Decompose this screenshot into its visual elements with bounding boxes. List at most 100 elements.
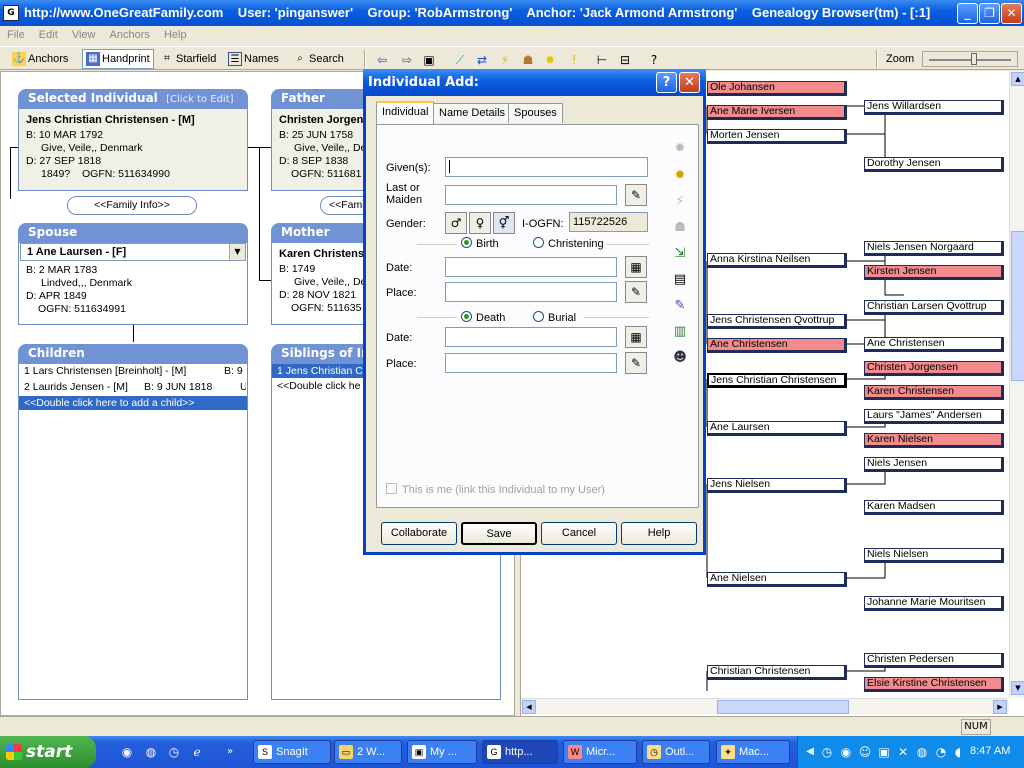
selected-individual-card[interactable]: Selected Individual [Click to Edit] Jens… xyxy=(18,89,248,191)
list-icon[interactable]: ⊟ xyxy=(617,52,633,68)
handprint-button[interactable]: ▦ Handprint xyxy=(82,49,154,69)
tree-person[interactable]: Ane Laursen xyxy=(707,421,847,436)
mother-card[interactable]: Mother Karen Christens B: 1749 Give, Vei… xyxy=(271,223,371,325)
exclamation-icon[interactable]: ! xyxy=(566,52,582,68)
selected-individual-header[interactable]: Selected Individual [Click to Edit] xyxy=(18,89,248,109)
menu-file[interactable]: File xyxy=(7,29,25,41)
scroll-down-arrow-icon[interactable]: ▼ xyxy=(1011,681,1024,695)
tab-name-details[interactable]: Name Details xyxy=(433,103,512,123)
tab-spouses[interactable]: Spouses xyxy=(508,103,563,123)
lightning-icon[interactable]: ⚡ xyxy=(497,52,513,68)
taskbar-folder[interactable]: ▭ 2 W... xyxy=(334,740,402,764)
add-child-row[interactable]: <<Double click here to add a child>> xyxy=(19,396,247,410)
tree-icon[interactable]: ⊢ xyxy=(594,52,610,68)
spouse-card[interactable]: Spouse 1 Ane Laursen - [F] ▼ B: 2 MAR 17… xyxy=(18,223,248,325)
document-icon[interactable]: ▤ xyxy=(669,269,691,291)
dialog-help-button[interactable]: ? xyxy=(656,72,677,93)
tree-person[interactable]: Ane Christensen xyxy=(707,338,847,353)
start-button[interactable]: start xyxy=(0,736,96,768)
vertical-scroll-thumb[interactable] xyxy=(1011,231,1024,381)
forward-arrow-icon[interactable]: ⇨ xyxy=(399,52,415,68)
death-date-input[interactable] xyxy=(445,327,617,347)
starfield-button[interactable]: ⌗ Starfield xyxy=(156,49,220,69)
tree-person[interactable]: Christen Jorgensen xyxy=(864,361,1004,376)
import-icon[interactable]: ⇲ xyxy=(669,243,691,265)
death-place-input[interactable] xyxy=(445,353,617,373)
taskbar-outlook[interactable]: ◷ Outl... xyxy=(642,740,710,764)
given-names-input[interactable] xyxy=(445,157,648,177)
tree-person[interactable]: Laurs "James" Andersen xyxy=(864,409,1004,424)
last-name-input[interactable] xyxy=(445,185,617,205)
scroll-left-arrow-icon[interactable]: ◀ xyxy=(522,700,536,714)
help-button[interactable]: Help xyxy=(621,522,697,545)
children-list[interactable]: Children 1 Lars Christensen [Breinholt] … xyxy=(18,344,248,700)
tree-person[interactable]: Kirsten Jensen xyxy=(864,265,1004,280)
chevron-down-icon[interactable]: ▼ xyxy=(229,244,245,260)
tree-person[interactable]: Ane Marie Iversen xyxy=(707,105,847,120)
clock[interactable]: 8:47 AM xyxy=(970,745,1010,757)
quick-launch-icon[interactable]: ◉ xyxy=(119,744,135,760)
christening-radio[interactable]: Christening xyxy=(533,237,604,250)
pencil-icon[interactable]: ✎ xyxy=(625,281,647,303)
death-radio[interactable]: Death xyxy=(461,311,505,324)
tree-person[interactable]: Niels Jensen Norgaard xyxy=(864,241,1004,256)
spouse-select[interactable]: 1 Ane Laursen - [F] ▼ xyxy=(20,243,246,261)
tray-icon[interactable]: ◍ xyxy=(914,744,930,760)
quick-launch-icon[interactable]: ◍ xyxy=(143,744,159,760)
burial-radio[interactable]: Burial xyxy=(533,311,576,324)
scroll-up-arrow-icon[interactable]: ▲ xyxy=(1011,72,1024,86)
vertical-scrollbar[interactable]: ▲ ▼ xyxy=(1009,71,1024,698)
notes-icon[interactable]: ✎ xyxy=(669,295,691,317)
birth-date-input[interactable] xyxy=(445,257,617,277)
menu-help[interactable]: Help xyxy=(164,29,187,41)
taskbar-microsoft[interactable]: W Micr... xyxy=(563,740,637,764)
tree-person[interactable]: Anna Kirstina Neilsen xyxy=(707,253,847,268)
clock-app-icon[interactable]: ◷ xyxy=(166,744,182,760)
tab-individual[interactable]: Individual xyxy=(376,101,435,124)
menu-view[interactable]: View xyxy=(72,29,96,41)
tray-icon[interactable]: ◷ xyxy=(819,744,835,760)
tray-icon[interactable]: ◔ xyxy=(933,744,949,760)
family-icon[interactable]: ☗ xyxy=(520,52,536,68)
volume-icon[interactable]: ◖ xyxy=(950,744,966,760)
tree-person[interactable]: Jens Christensen Qvottrup xyxy=(707,314,847,329)
tree-person[interactable]: Niels Nielsen xyxy=(864,548,1004,563)
tray-icon[interactable]: ✕ xyxy=(895,744,911,760)
back-arrow-icon[interactable]: ⇦ xyxy=(374,52,390,68)
click-to-edit-link[interactable]: [Click to Edit] xyxy=(166,94,233,105)
pencil-icon[interactable]: ✎ xyxy=(625,184,647,206)
child-row-1[interactable]: 1 Lars Christensen [Breinholt] - [M] B: 9 xyxy=(24,365,244,377)
tree-person[interactable]: Ane Christensen xyxy=(864,337,1004,352)
cancel-button[interactable]: Cancel xyxy=(541,522,617,545)
child-row-2[interactable]: 2 Laurids Jensen - [M] B: 9 JUN 1818 U xyxy=(24,381,246,393)
male-gender-icon[interactable]: ♂ xyxy=(445,212,467,234)
tree-person[interactable]: Jens Willardsen xyxy=(864,100,1004,115)
tree-person-selected[interactable]: Jens Christian Christensen xyxy=(707,373,847,388)
collaborate-button[interactable]: Collaborate xyxy=(381,522,457,545)
tree-person[interactable]: Karen Nielsen xyxy=(864,433,1004,448)
family-info-button[interactable]: <<Family Info>> xyxy=(67,196,197,215)
anchors-button[interactable]: ⚓ Anchors xyxy=(8,49,72,69)
tree-person[interactable]: Karen Madsen xyxy=(864,500,1004,515)
internet-explorer-icon[interactable]: ℯ xyxy=(189,744,205,760)
tree-person[interactable]: Morten Jensen xyxy=(707,129,847,144)
chevron-more-icon[interactable]: » xyxy=(222,744,238,760)
swap-icon[interactable]: ⇄ xyxy=(474,52,490,68)
horizontal-scroll-thumb[interactable] xyxy=(717,700,849,714)
zoom-slider-thumb[interactable] xyxy=(971,53,977,65)
tree-person[interactable]: Christen Pedersen xyxy=(864,653,1004,668)
tree-person[interactable]: Ole Johansen xyxy=(707,81,847,96)
page-icon[interactable]: ▣ xyxy=(421,52,437,68)
add-sibling-row[interactable]: <<Double click he xyxy=(277,380,360,392)
tree-person[interactable]: Niels Jensen xyxy=(864,457,1004,472)
save-button[interactable]: Save xyxy=(461,522,537,545)
names-button[interactable]: ☰ Names xyxy=(224,49,283,69)
calendar-icon[interactable]: ▦ xyxy=(625,256,647,278)
tree-person[interactable]: Jens Nielsen xyxy=(707,478,847,493)
tray-icon[interactable]: ◉ xyxy=(838,744,854,760)
restore-button[interactable]: ❐ xyxy=(979,3,1000,24)
father-card[interactable]: Father Christen Jorgen B: 25 JUN 1758 Gi… xyxy=(271,89,371,191)
taskbar-snagit[interactable]: S SnagIt xyxy=(253,740,331,764)
minimize-button[interactable]: _ xyxy=(957,3,978,24)
calendar-icon[interactable]: ▦ xyxy=(625,326,647,348)
